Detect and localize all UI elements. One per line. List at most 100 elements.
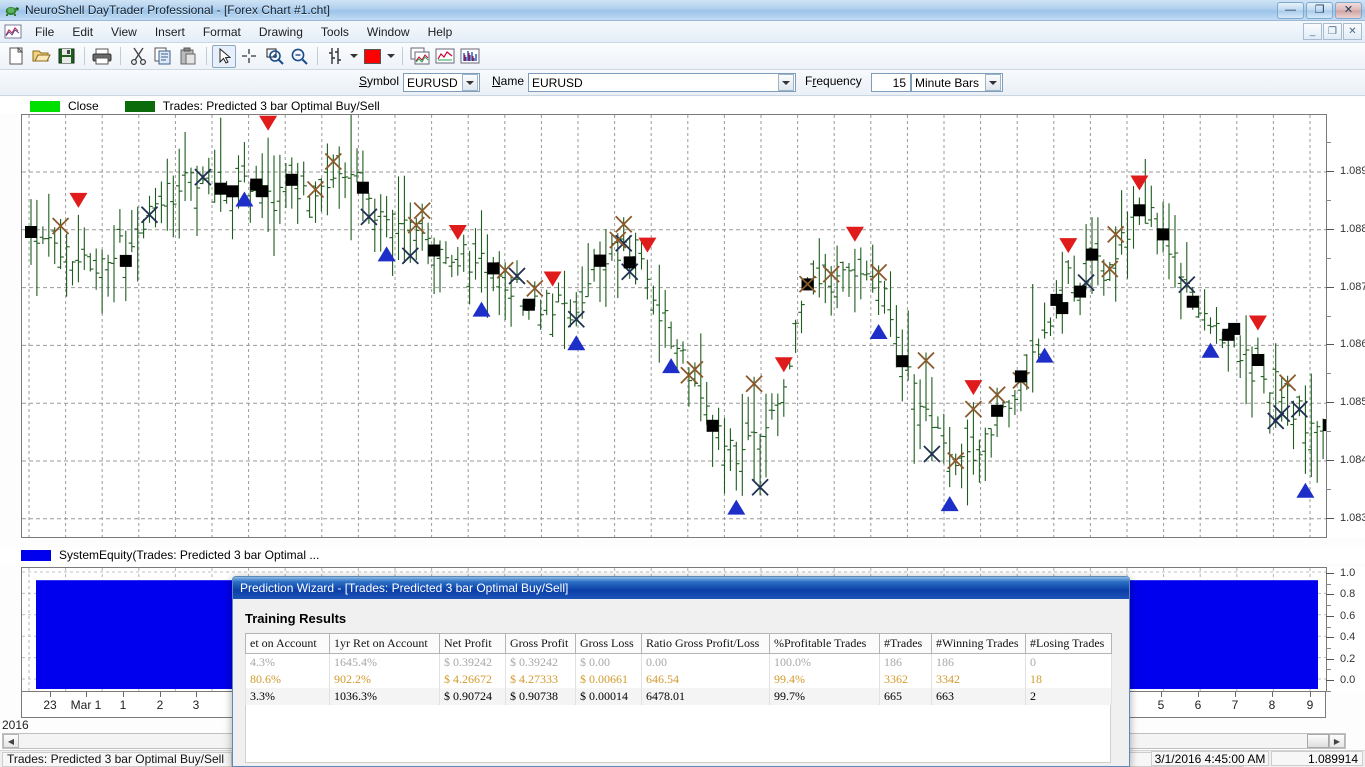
frequency-input[interactable]: 15 [871,73,911,92]
menu-format[interactable]: Format [194,23,250,41]
name-dropdown-icon[interactable] [778,74,794,91]
symbol-dropdown-icon[interactable] [462,74,478,91]
year-label: 2016 [2,718,29,732]
date-tick-mark [1310,692,1311,697]
color-dropdown[interactable] [385,45,397,68]
price-tick-label: 1.083 [1340,511,1365,524]
table-cell: 4.3% [245,653,330,671]
price-chart-pane[interactable] [21,114,1326,538]
table-cell: 2 [1025,688,1112,705]
table-column-header[interactable]: #Losing Trades [1025,633,1112,654]
equity-tick-mark [1326,615,1334,617]
training-results-heading: Training Results [245,611,347,626]
open-icon[interactable] [29,45,53,68]
dialog-title-bar: Prediction Wizard - [Trades: Predicted 3… [233,577,1129,599]
equity-chart-legend: SystemEquity(Trades: Predicted 3 bar Opt… [0,547,1365,563]
scroll-right-arrow[interactable]: ▶ [1329,734,1345,748]
status-datetime: 3/1/2016 4:45:00 AM [1151,751,1269,766]
price-tick-mark [1326,171,1334,172]
save-icon[interactable] [54,45,78,68]
histogram-chart-icon[interactable] [458,45,482,68]
date-tick-label: 2 [156,698,164,712]
pointer-icon[interactable] [212,44,236,68]
table-column-header[interactable]: Gross Profit [505,633,576,654]
trades-series-swatch [124,100,155,112]
print-icon[interactable] [90,45,114,68]
table-column-header[interactable]: Ratio Gross Profit/Loss [641,633,770,654]
equity-axis: 1.0 0.8 0.6 0.4 0.2 0.0 [1326,567,1365,692]
table-cell: 0 [1025,653,1112,671]
bar-style-icon[interactable] [323,45,347,68]
menu-insert[interactable]: Insert [146,23,194,41]
equity-tick-mark [1326,680,1334,681]
date-tick-label: 23 [43,698,57,712]
menu-tools[interactable]: Tools [312,23,358,41]
frequency-unit-combo[interactable]: Minute Bars [911,73,1003,92]
name-label: Name [492,74,525,88]
prediction-wizard-dialog[interactable]: Prediction Wizard - [Trades: Predicted 3… [232,576,1130,767]
table-cell: $ 0.00661 [575,671,642,688]
mdi-minimize-button[interactable]: _ [1303,23,1322,40]
table-column-header[interactable]: Gross Loss [575,633,642,654]
menu-window[interactable]: Window [358,23,419,41]
menu-edit[interactable]: Edit [63,23,102,41]
crosshair-icon[interactable] [237,45,261,68]
price-tick-label: 1.084 [1340,454,1365,466]
paste-icon[interactable] [176,45,200,68]
mdi-restore-button[interactable]: ❐ [1323,23,1342,40]
table-column-header[interactable]: #Winning Trades [931,633,1026,654]
scroll-left-arrow[interactable]: ◀ [3,734,19,748]
main-toolbar [0,43,1365,70]
mdi-window-controls: _ ❐ ✕ [1303,23,1362,40]
table-row[interactable]: 80.6% 902.2% $ 4.26672 $ 4.27333 $ 0.00661 64… [245,671,1112,688]
equity-minor-tick [1326,626,1331,628]
table-cell: 186 [879,653,932,671]
frequency-unit-dropdown-icon[interactable] [985,74,1001,91]
name-combo[interactable]: EURUSD [528,73,796,92]
scroll-thumb[interactable] [1307,734,1329,748]
table-header-row: et on Account 1yr Ret on Account Net Profi… [245,633,1112,654]
table-row[interactable]: 4.3% 1645.4% $ 0.39242 $ 0.39242 $ 0.00 0.00 1… [245,653,1112,671]
menu-file[interactable]: File [26,23,63,41]
minimize-button[interactable]: — [1277,1,1304,19]
symbol-combo[interactable]: EURUSD [403,73,480,92]
table-column-header[interactable]: et on Account [245,633,330,654]
multi-chart-icon[interactable] [408,45,432,68]
restore-button[interactable]: ❐ [1306,1,1333,19]
copy-icon[interactable] [151,45,175,68]
menu-drawing[interactable]: Drawing [250,23,312,41]
equity-tick-label: 0.8 [1340,588,1356,601]
table-column-header[interactable]: Net Profit [439,633,506,654]
color-swatch-icon[interactable] [360,45,384,68]
dialog-empty-area [245,705,1111,763]
table-cell: 186 [931,653,1026,671]
close-button[interactable]: ✕ [1335,1,1362,19]
bar-style-dropdown[interactable] [348,45,360,68]
table-column-header[interactable]: %Profitable Trades [769,633,880,654]
status-left-text: Trades: Predicted 3 bar Optimal Buy/Sell [7,752,224,766]
price-tick-mark [1326,228,1334,230]
table-column-header[interactable]: #Trades [879,633,932,654]
date-tick-mark [86,692,87,697]
price-minor-tick [1326,431,1331,433]
menu-help[interactable]: Help [419,23,462,41]
new-icon[interactable] [4,45,28,68]
zoom-in-icon[interactable] [262,45,286,68]
trades-series-label: Trades: Predicted 3 bar Optimal Buy/Sell [162,99,380,113]
menu-view[interactable]: View [102,23,146,41]
table-column-header[interactable]: 1yr Ret on Account [329,633,440,654]
price-minor-tick [1326,488,1331,490]
cut-icon[interactable] [126,45,150,68]
table-cell: $ 4.27333 [505,671,576,688]
table-cell: 6478.01 [641,688,770,705]
mdi-close-button[interactable]: ✕ [1343,23,1362,40]
training-results-table[interactable]: et on Account 1yr Ret on Account Net Profi… [245,633,1112,705]
price-chart-legend: Close Trades: Predicted 3 bar Optimal Bu… [0,98,1365,114]
price-minor-tick [1326,373,1331,375]
table-cell: $ 0.39242 [505,653,576,671]
zoom-out-icon[interactable] [287,45,311,68]
indicator-chart-icon[interactable] [433,45,457,68]
turtle-icon [4,2,20,18]
table-row[interactable]: 3.3% 1036.3% $ 0.90724 $ 0.90738 $ 0.00014 64… [245,688,1112,705]
equity-series-label: SystemEquity(Trades: Predicted 3 bar Opt… [59,548,320,562]
